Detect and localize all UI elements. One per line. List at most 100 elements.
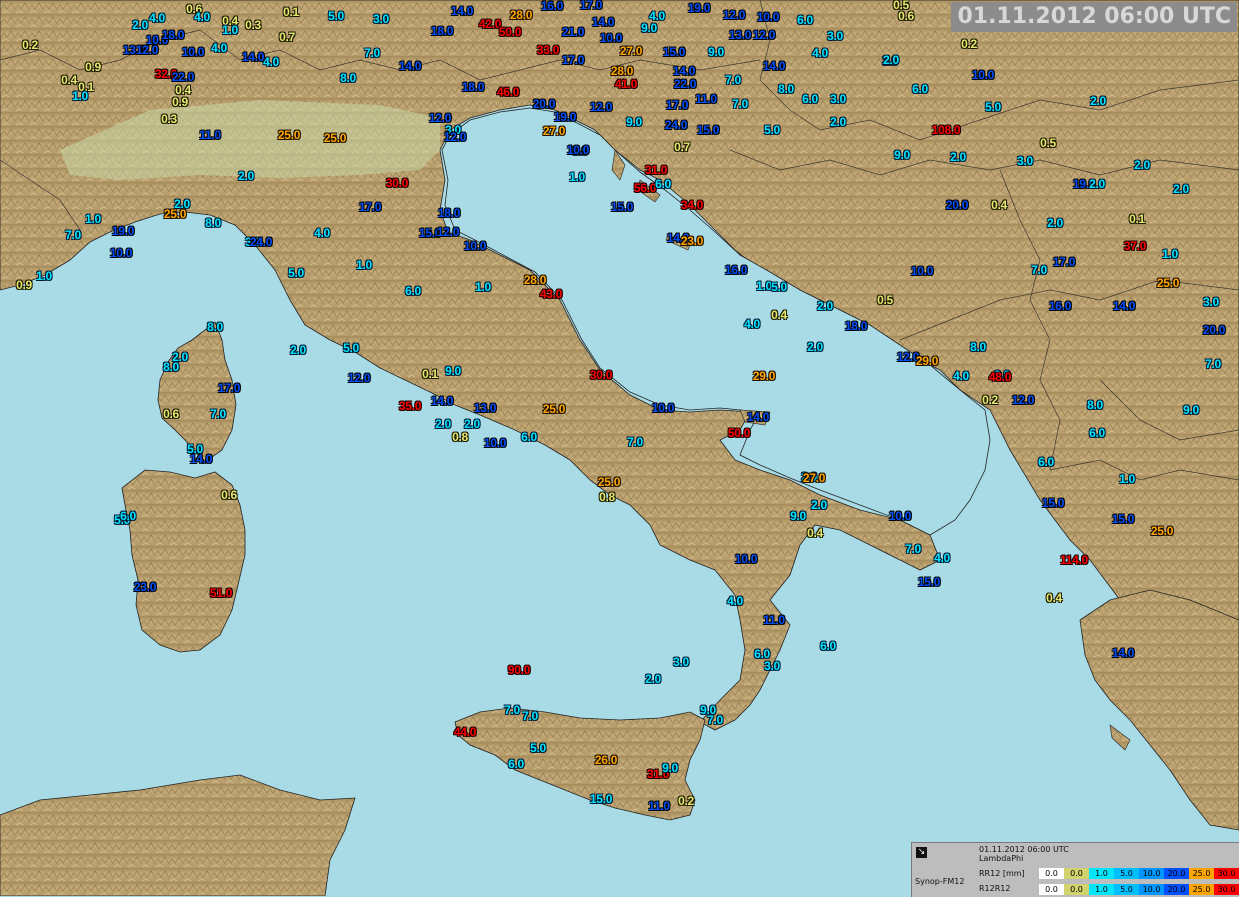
precip-value: 4.0 xyxy=(934,551,950,565)
precip-value: 10.0 xyxy=(181,45,205,59)
precip-value: 0.4 xyxy=(771,308,787,322)
precip-value: 5.0 xyxy=(530,741,546,755)
precip-value: 23.0 xyxy=(133,580,157,594)
precip-value: 7.0 xyxy=(210,407,226,421)
precip-value: 26.0 xyxy=(594,753,618,767)
legend-panel: ↘ 01.11.2012 06:00 UTC LambdaPhi RR12 [m… xyxy=(911,842,1239,897)
precip-value: 8.0 xyxy=(163,360,179,374)
precip-value: 10.0 xyxy=(109,246,133,260)
precip-value: 4.0 xyxy=(727,594,743,608)
precip-value: 2.0 xyxy=(290,343,306,357)
precip-value: 48.0 xyxy=(988,370,1012,384)
precip-value: 0.5 xyxy=(877,293,893,307)
precip-value: 28.0 xyxy=(610,64,634,78)
precip-value: 12.0 xyxy=(1011,393,1035,407)
precip-value: 2.0 xyxy=(435,417,451,431)
precip-value: 7.0 xyxy=(707,713,723,727)
precip-value: 50.0 xyxy=(727,426,751,440)
precip-value: 21.0 xyxy=(561,25,585,39)
precip-value: 0.7 xyxy=(279,30,295,44)
precip-value: 4.0 xyxy=(211,41,227,55)
legend-swatch: 30.0 xyxy=(1214,884,1239,895)
precip-value: 3.0 xyxy=(827,29,843,43)
precip-value: 1.0 xyxy=(475,280,491,294)
precip-value: 27.0 xyxy=(619,44,643,58)
precip-value: 6.0 xyxy=(521,430,537,444)
precip-value: 14.0 xyxy=(430,394,454,408)
precip-value: 0.4 xyxy=(1046,591,1062,605)
precip-value: 6.0 xyxy=(797,13,813,27)
legend-swatch: 25.0 xyxy=(1189,868,1214,879)
precip-value: 3.0 xyxy=(1203,295,1219,309)
precip-value: 34.0 xyxy=(680,198,704,212)
precip-value: 18.0 xyxy=(430,24,454,38)
precip-value: 1.0 xyxy=(356,258,372,272)
precip-value: 19.0 xyxy=(111,224,135,238)
precip-value: 3.0 xyxy=(673,655,689,669)
precip-value: 12.0 xyxy=(347,371,371,385)
precip-value: 10.0 xyxy=(463,239,487,253)
precip-value: 0.3 xyxy=(161,112,177,126)
precip-value: 1.0 xyxy=(36,269,52,283)
precip-value: 0.6 xyxy=(163,407,179,421)
precip-value: 46.0 xyxy=(496,85,520,99)
legend-swatches-row2: 0.0 0.0 1.0 5.0 10.0 20.0 25.0 30.0 xyxy=(1039,884,1239,895)
precip-value: 22.0 xyxy=(171,70,195,84)
precip-value: 18.0 xyxy=(437,206,461,220)
precip-value: 4.0 xyxy=(194,10,210,24)
precip-value: 6.0 xyxy=(120,509,136,523)
legend-row1-label: RR12 [mm] xyxy=(979,869,1025,878)
legend-swatch: 5.0 xyxy=(1114,868,1139,879)
precip-value: 24.0 xyxy=(249,235,273,249)
legend-swatch: 0.0 xyxy=(1064,868,1089,879)
precip-value: 0.5 xyxy=(1040,136,1056,150)
precip-value: 27.0 xyxy=(802,471,826,485)
precip-value: 44.0 xyxy=(453,725,477,739)
precip-value: 14.0 xyxy=(672,64,696,78)
precip-value: 7.0 xyxy=(65,228,81,242)
precip-value: 0.6 xyxy=(221,488,237,502)
precip-value: 2.0 xyxy=(464,417,480,431)
precip-value: 4.0 xyxy=(314,226,330,240)
precip-value: 6.0 xyxy=(508,757,524,771)
precip-value: 11.0 xyxy=(648,799,670,813)
legend-time: 01.11.2012 06:00 UTC xyxy=(979,845,1069,854)
precip-value: 11.0 xyxy=(199,128,221,142)
precip-value: 0.9 xyxy=(16,278,32,292)
precip-value: 3.0 xyxy=(373,12,389,26)
precip-value: 7.0 xyxy=(504,703,520,717)
precip-value: 18.0 xyxy=(461,80,485,94)
precip-value: 8.0 xyxy=(340,71,356,85)
precip-value: 12.0 xyxy=(443,130,467,144)
precip-value: 35.0 xyxy=(398,399,422,413)
precip-value: 15.0 xyxy=(1041,496,1065,510)
precip-value: 42.0 xyxy=(478,17,502,31)
precip-value: 15.0 xyxy=(696,123,720,137)
precip-value: 25.0 xyxy=(277,128,301,142)
precip-value: 8.0 xyxy=(1087,398,1103,412)
precip-value: 12.0 xyxy=(436,225,460,239)
precip-value: 7.0 xyxy=(1205,357,1221,371)
precip-value: 2.0 xyxy=(830,115,846,129)
precip-value: 2.0 xyxy=(1047,216,1063,230)
precip-value: 28.0 xyxy=(509,8,533,22)
precip-value: 4.0 xyxy=(263,55,279,69)
precip-value: 17.0 xyxy=(561,53,585,67)
precip-value: 43.0 xyxy=(539,287,563,301)
precip-value: 14.0 xyxy=(450,4,474,18)
precip-value: 0.8 xyxy=(599,490,615,504)
precip-value: 6.0 xyxy=(912,82,928,96)
precip-value: 9.0 xyxy=(445,364,461,378)
precip-value: 6.0 xyxy=(820,639,836,653)
precip-value: 2.0 xyxy=(817,299,833,313)
precip-value: 10.0 xyxy=(734,552,758,566)
precip-value: 14.0 xyxy=(746,410,770,424)
precip-value: 0.4 xyxy=(61,73,77,87)
precip-value: 22.0 xyxy=(673,77,697,91)
timestamp-banner: 01.11.2012 06:00 UTC xyxy=(951,2,1237,32)
precip-value: 19.0 xyxy=(553,110,577,124)
precip-value: 15.0 xyxy=(662,45,686,59)
precip-value: 7.0 xyxy=(732,97,748,111)
arrow-icon[interactable]: ↘ xyxy=(916,847,927,858)
precip-value: 14.0 xyxy=(1112,299,1136,313)
